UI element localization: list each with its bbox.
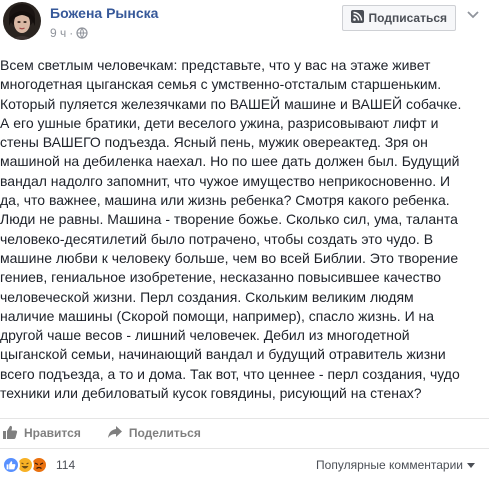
- comments-sort-dropdown[interactable]: Популярные комментарии: [316, 458, 475, 472]
- post-text-line: да, что важнее, машина или жизнь ребенка…: [0, 192, 450, 209]
- subscribe-button[interactable]: Подписаться: [341, 5, 456, 31]
- post-text-line: наличие машины (Скорой помощи, например)…: [0, 307, 435, 324]
- post-text-line: Всем светлым человечкам: представьте, чт…: [0, 57, 431, 73]
- post-text-line: всего подъезда, а то и дома. Так вот, чт…: [0, 365, 460, 382]
- post-text-line: цыганской семьи, начинающий вандал и буд…: [0, 346, 446, 363]
- post-text-line: машиной на дебиленка наехал. Но по шее д…: [0, 153, 460, 170]
- post-actions: Нравится Поделиться: [0, 420, 489, 446]
- like-reaction-icon: [2, 456, 20, 474]
- facebook-post: Божена Рынска 9 ч · Подписаться Всем све…: [0, 0, 489, 486]
- post-text-line: вандал надолго запомнит, что чужое имуще…: [0, 172, 451, 189]
- post-meta: 9 ч ·: [50, 26, 88, 40]
- globe-icon: [76, 27, 88, 39]
- sort-label: Популярные комментарии: [316, 458, 463, 472]
- post-text-line: машине любви к человеку больше, чем во в…: [0, 249, 459, 266]
- post-time[interactable]: 9 ч: [50, 26, 66, 40]
- divider: [0, 418, 489, 419]
- post-text-line: гениев, гениальное изобретение, несказан…: [0, 269, 442, 286]
- post-text-line: Который пуляется железячками по ВАШЕЙ ма…: [0, 95, 462, 112]
- author-name[interactable]: Божена Рынска: [50, 5, 158, 21]
- share-label: Поделиться: [128, 426, 201, 440]
- avatar[interactable]: [3, 2, 41, 40]
- post-text-line: техники или дебиловатый кусок говядины, …: [0, 385, 422, 402]
- share-arrow-icon: [107, 424, 123, 443]
- reactions-summary[interactable]: [2, 456, 48, 474]
- post-text-line: стены ВАШЕГО подъезда. Ясный пень, мужик…: [0, 134, 428, 151]
- thumbs-up-icon: [2, 424, 18, 443]
- post-text-line: А его ушные братики, дети веселого ужина…: [0, 114, 439, 131]
- post-text-line: человеческой жизни. Перл создания. Сколь…: [0, 288, 414, 305]
- post-footer: 114 Популярные комментарии: [0, 454, 489, 478]
- post-text-line: многодетная цыганская семья с умственно-…: [0, 76, 442, 93]
- like-button[interactable]: Нравится: [2, 424, 81, 443]
- share-button[interactable]: Поделиться: [107, 424, 201, 443]
- reaction-count[interactable]: 114: [56, 458, 75, 472]
- post-text-line: Люди не равны. Машина - творение божье. …: [0, 211, 458, 228]
- divider: [0, 448, 489, 449]
- post-text-line: человеко-десятилетий было потрачено, что…: [0, 230, 434, 247]
- post-body: Всем светлым человечкам: представьте, чт…: [0, 56, 489, 403]
- like-label: Нравится: [24, 426, 81, 440]
- chevron-down-icon[interactable]: [465, 7, 481, 23]
- post-header: Божена Рынска 9 ч · Подписаться: [0, 0, 489, 46]
- subscribe-label: Подписаться: [368, 11, 447, 25]
- caret-down-icon: [467, 458, 475, 472]
- rss-subscribe-icon: [350, 10, 364, 26]
- post-text-line: другой чаше весов - лишний человечек. Де…: [0, 327, 410, 344]
